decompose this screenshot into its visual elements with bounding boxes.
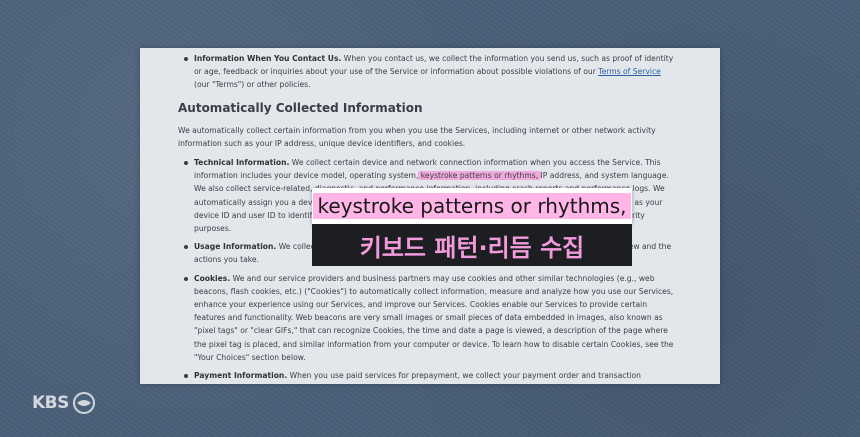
list-item-cookies: Cookies. We and our service providers an… xyxy=(184,272,678,364)
highlighted-phrase: keystroke patterns or rhythms, xyxy=(418,171,541,181)
terms-of-service-link[interactable]: Terms of Service xyxy=(598,67,661,76)
contact-list: Information When You Contact Us. When yo… xyxy=(178,52,678,92)
item-title: Technical Information. xyxy=(194,158,290,168)
item-text: (our "Terms") or other policies. xyxy=(194,80,311,90)
broadcaster-logo-text: KBS xyxy=(32,393,69,413)
item-title: Information When You Contact Us. xyxy=(194,54,342,63)
caption-korean-text: 키보드 패턴·리듬 수집 xyxy=(359,233,585,262)
broadcaster-logo: KBS xyxy=(32,392,95,414)
kbs-emblem-icon xyxy=(72,392,95,414)
item-text: We and our service providers and busines… xyxy=(194,273,674,362)
item-title: Cookies. xyxy=(194,273,231,283)
section-heading: Automatically Collected Information xyxy=(178,100,423,115)
caption-english-box: keystroke patterns or rhythms, xyxy=(312,188,632,224)
list-item-contact: Information When You Contact Us. When yo… xyxy=(184,52,678,92)
item-title: Payment Information. xyxy=(194,371,288,381)
caption-korean-box: 키보드 패턴·리듬 수집 xyxy=(312,224,632,266)
caption-english-text: keystroke patterns or rhythms, xyxy=(313,193,631,219)
section-intro: We automatically collect certain informa… xyxy=(178,125,656,148)
item-title: Usage Information. xyxy=(194,242,277,252)
list-item-payment: Payment Information. When you use paid s… xyxy=(184,369,678,384)
